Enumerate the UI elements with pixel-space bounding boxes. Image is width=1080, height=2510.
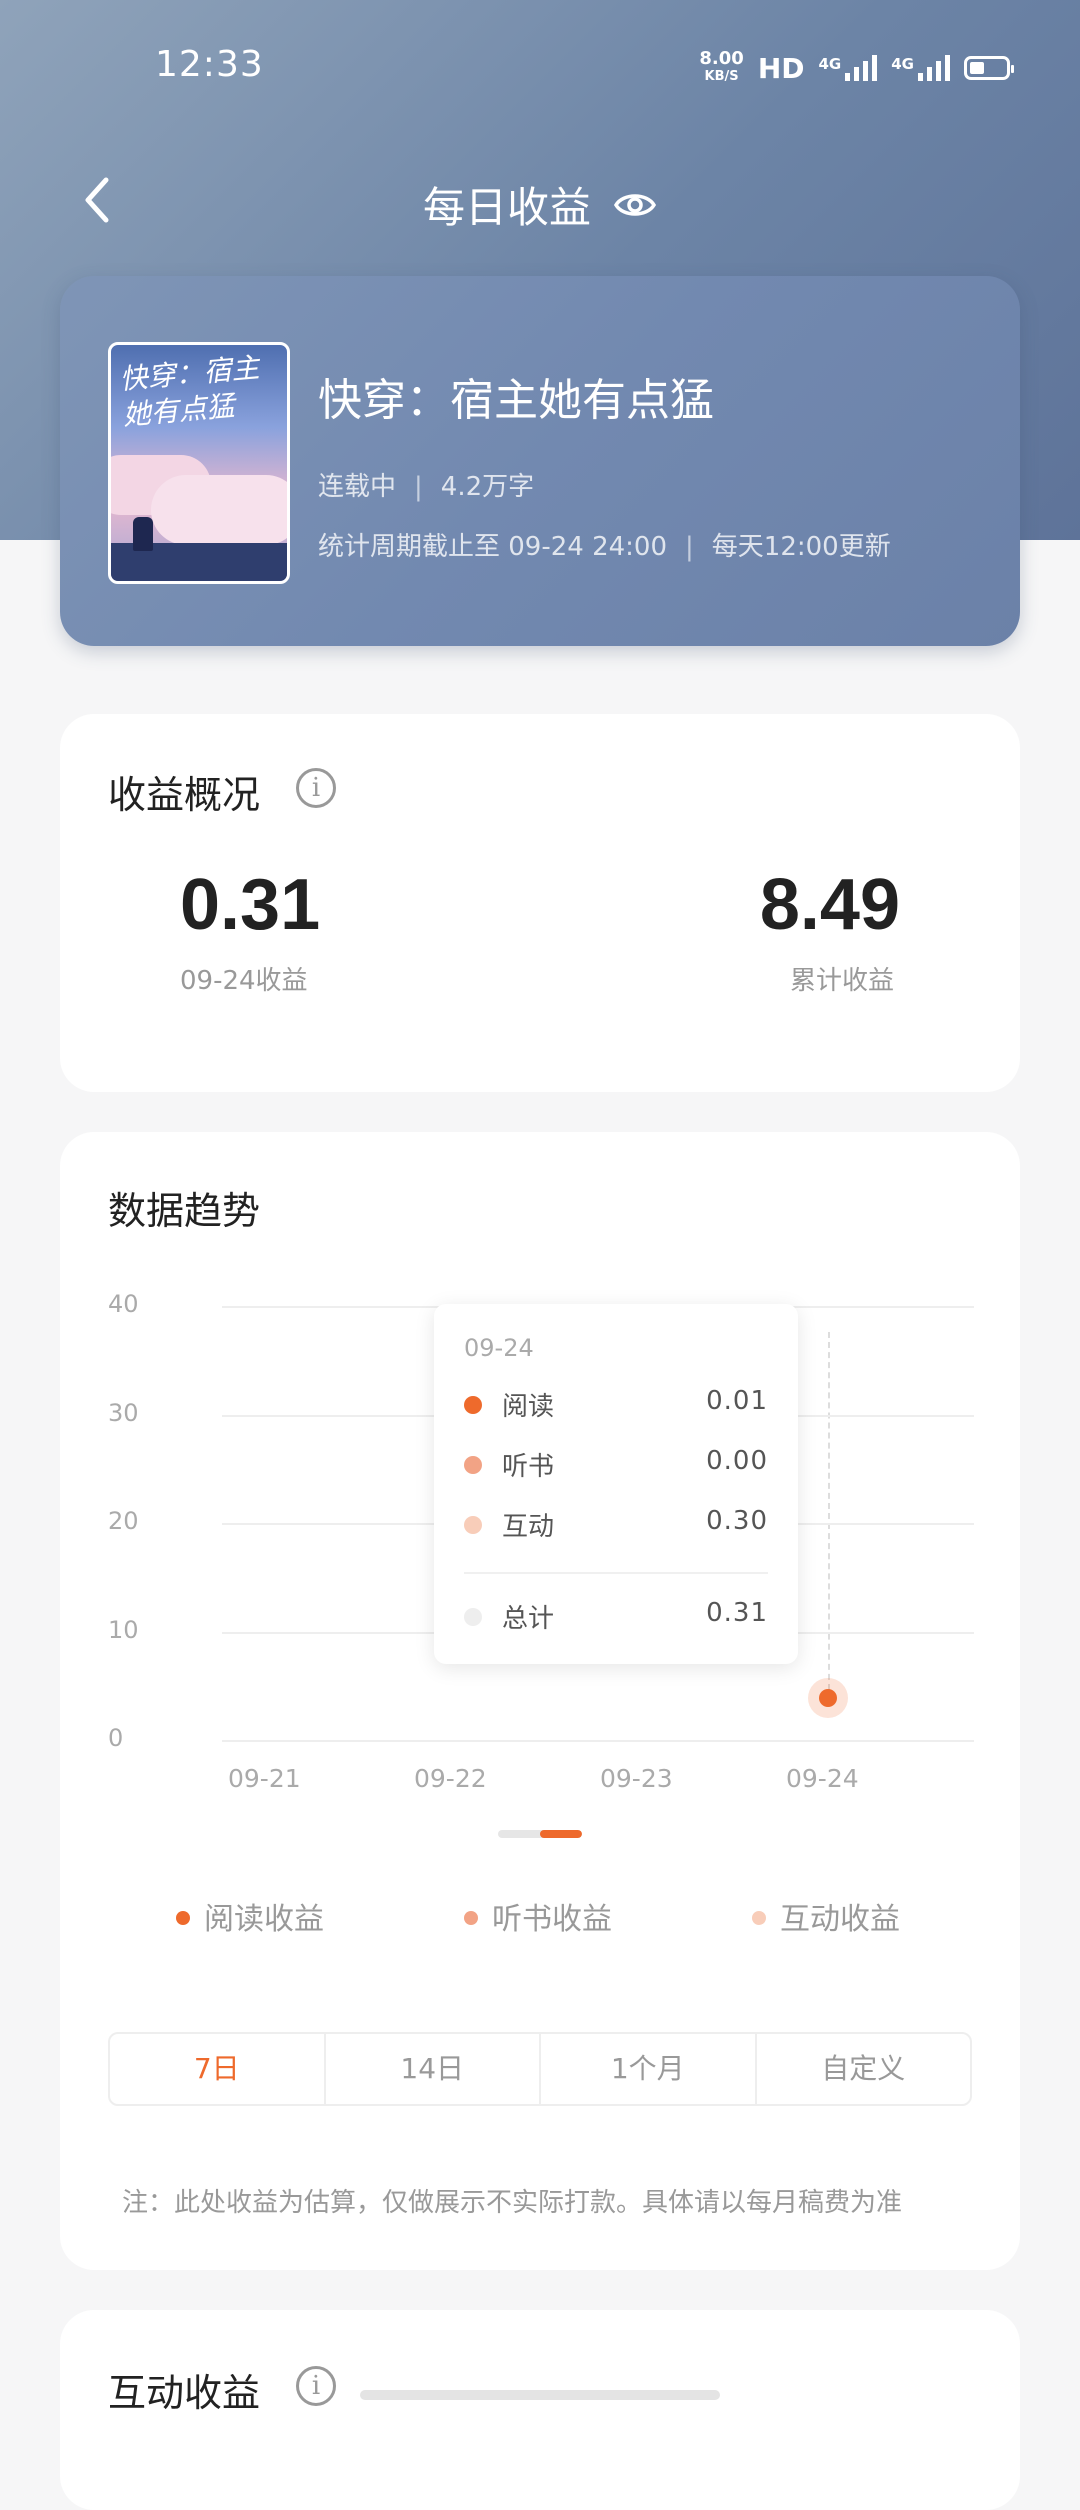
eye-icon[interactable] bbox=[613, 183, 657, 227]
chart-gridline bbox=[222, 1740, 974, 1742]
x-tick-label: 09-22 bbox=[414, 1764, 487, 1793]
nav-bar: 每日收益 bbox=[0, 160, 1080, 240]
tooltip-row-total: 总计 0.31 bbox=[464, 1596, 768, 1636]
x-tick-label: 09-23 bbox=[600, 1764, 673, 1793]
y-tick-label: 10 bbox=[108, 1615, 139, 1644]
info-icon[interactable]: i bbox=[296, 2366, 336, 2406]
y-tick-label: 0 bbox=[108, 1724, 124, 1752]
total-earnings-label: 累计收益 bbox=[789, 966, 894, 996]
tab-7-days[interactable]: 7日 bbox=[110, 2034, 326, 2104]
status-time: 12:33 bbox=[155, 44, 264, 85]
network-speed: 8.00 KB/S bbox=[699, 48, 744, 85]
book-card[interactable]: 快穿：宿主她有点猛 快穿：宿主她有点猛 连载中 | 4.2万字 统计周期截止至 09… bbox=[60, 276, 1020, 646]
interaction-title: 互动收益 bbox=[108, 2371, 261, 2415]
overview-card: 收益概况 i 0.31 09-24收益 8.49 累计收益 bbox=[60, 714, 1020, 1092]
tab-1-month[interactable]: 1个月 bbox=[541, 2034, 757, 2104]
tooltip-row-interaction: 互动 0.30 bbox=[464, 1504, 768, 1544]
chart-crosshair bbox=[828, 1332, 830, 1700]
legend-reading: 阅读收益 bbox=[176, 1894, 324, 1938]
today-earnings-value: 0.31 bbox=[180, 865, 321, 945]
info-icon[interactable]: i bbox=[296, 768, 336, 808]
book-title: 快穿：宿主她有点猛 bbox=[318, 375, 714, 426]
page-title: 每日收益 bbox=[422, 183, 591, 232]
book-status: 连载中 bbox=[318, 472, 397, 502]
signal-icon: 4G bbox=[819, 55, 878, 81]
overview-title: 收益概况 bbox=[108, 773, 261, 817]
hd-icon: HD bbox=[757, 51, 805, 85]
y-tick-label: 30 bbox=[108, 1398, 139, 1427]
book-period: 统计周期截止至 09-24 24:00 | 每天12:00更新 bbox=[318, 532, 891, 562]
status-bar: 12:33 8.00 KB/S HD 4G 4G bbox=[0, 0, 1080, 136]
status-icons: 8.00 KB/S HD 4G 4G bbox=[699, 46, 1014, 90]
book-words: 4.2万字 bbox=[440, 472, 535, 502]
y-tick-label: 40 bbox=[108, 1290, 139, 1318]
tooltip-dot bbox=[464, 1456, 482, 1474]
tooltip-dot bbox=[464, 1516, 482, 1534]
tooltip-row-reading: 阅读 0.01 bbox=[464, 1384, 768, 1424]
chart-pager[interactable] bbox=[498, 1830, 582, 1838]
signal-icon-2: 4G bbox=[891, 55, 950, 81]
y-tick-label: 20 bbox=[108, 1507, 139, 1535]
chart-point bbox=[819, 1689, 837, 1707]
today-earnings-label: 09-24收益 bbox=[180, 966, 308, 996]
book-meta: 连载中 | 4.2万字 bbox=[318, 472, 535, 502]
book-cover: 快穿：宿主她有点猛 bbox=[108, 342, 290, 584]
tab-custom[interactable]: 自定义 bbox=[757, 2034, 971, 2104]
x-tick-label: 09-21 bbox=[228, 1764, 301, 1793]
chart-tooltip: 09-24 阅读 0.01 听书 0.00 互动 0.30 总计 0.31 bbox=[434, 1304, 798, 1664]
home-indicator bbox=[360, 2390, 720, 2400]
trend-card: 数据趋势 0 10 20 30 40 09-21 09-22 09-23 09-24 09-24… bbox=[60, 1132, 1020, 2270]
legend-listening: 听书收益 bbox=[464, 1894, 612, 1938]
tooltip-dot bbox=[464, 1608, 482, 1626]
battery-icon bbox=[964, 56, 1014, 80]
range-tabs: 7日 14日 1个月 自定义 bbox=[108, 2032, 972, 2106]
tooltip-dot bbox=[464, 1396, 482, 1414]
earnings-note: 注：此处收益为估算，仅做展示不实际打款。具体请以每月稿费为准 bbox=[122, 2188, 903, 2218]
legend-interaction: 互动收益 bbox=[752, 1894, 900, 1938]
cover-title: 快穿：宿主她有点猛 bbox=[118, 350, 261, 432]
x-tick-label: 09-24 bbox=[786, 1764, 859, 1793]
total-earnings-value: 8.49 bbox=[759, 865, 900, 945]
interaction-card: 互动收益 i bbox=[60, 2310, 1020, 2510]
tab-14-days[interactable]: 14日 bbox=[326, 2034, 541, 2104]
tooltip-date: 09-24 bbox=[464, 1334, 534, 1362]
tooltip-row-listening: 听书 0.00 bbox=[464, 1444, 768, 1484]
